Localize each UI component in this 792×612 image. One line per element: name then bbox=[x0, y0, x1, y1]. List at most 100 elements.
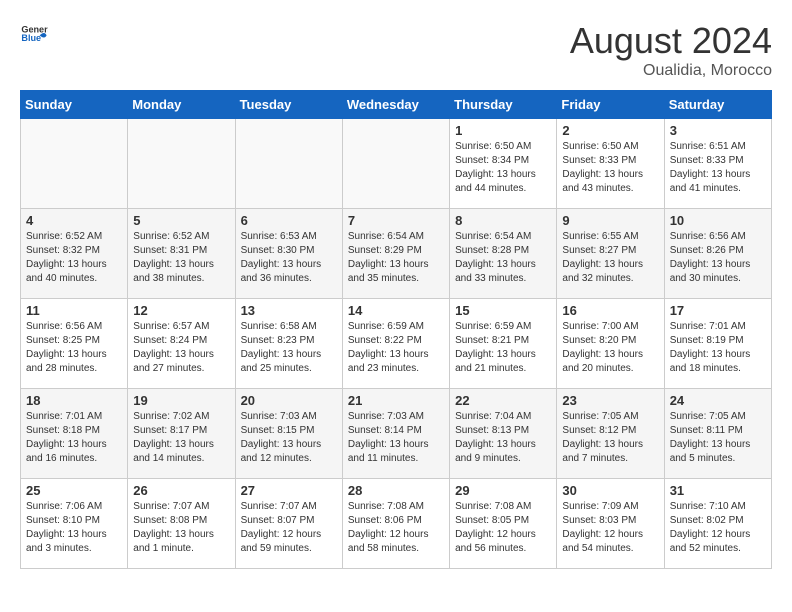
calendar-cell: 4 Sunrise: 6:52 AMSunset: 8:32 PMDaylight… bbox=[21, 209, 128, 299]
day-number: 22 bbox=[455, 393, 551, 408]
calendar-cell: 5 Sunrise: 6:52 AMSunset: 8:31 PMDaylight… bbox=[128, 209, 235, 299]
day-number: 1 bbox=[455, 123, 551, 138]
day-info: Sunrise: 6:54 AMSunset: 8:29 PMDaylight:… bbox=[348, 230, 444, 286]
col-header-thursday: Thursday bbox=[450, 91, 557, 119]
calendar-cell: 19 Sunrise: 7:02 AMSunset: 8:17 PMDayligh… bbox=[128, 389, 235, 479]
calendar-cell: 11 Sunrise: 6:56 AMSunset: 8:25 PMDayligh… bbox=[21, 299, 128, 389]
col-header-sunday: Sunday bbox=[21, 91, 128, 119]
calendar-week-row: 25 Sunrise: 7:06 AMSunset: 8:10 PMDayligh… bbox=[21, 479, 772, 569]
calendar-cell: 9 Sunrise: 6:55 AMSunset: 8:27 PMDaylight… bbox=[557, 209, 664, 299]
day-info: Sunrise: 7:10 AMSunset: 8:02 PMDaylight:… bbox=[670, 500, 766, 556]
calendar-cell: 18 Sunrise: 7:01 AMSunset: 8:18 PMDayligh… bbox=[21, 389, 128, 479]
day-number: 2 bbox=[562, 123, 658, 138]
day-number: 27 bbox=[241, 483, 337, 498]
calendar-cell: 3 Sunrise: 6:51 AMSunset: 8:33 PMDaylight… bbox=[664, 119, 771, 209]
day-info: Sunrise: 7:08 AMSunset: 8:05 PMDaylight:… bbox=[455, 500, 551, 556]
day-info: Sunrise: 7:01 AMSunset: 8:19 PMDaylight:… bbox=[670, 320, 766, 376]
day-info: Sunrise: 6:59 AMSunset: 8:22 PMDaylight:… bbox=[348, 320, 444, 376]
day-info: Sunrise: 6:56 AMSunset: 8:25 PMDaylight:… bbox=[26, 320, 122, 376]
page-header: General Blue August 2024 Oualidia, Moroc… bbox=[20, 20, 772, 80]
day-number: 19 bbox=[133, 393, 229, 408]
day-info: Sunrise: 6:55 AMSunset: 8:27 PMDaylight:… bbox=[562, 230, 658, 286]
logo: General Blue bbox=[20, 20, 48, 48]
calendar-cell: 17 Sunrise: 7:01 AMSunset: 8:19 PMDayligh… bbox=[664, 299, 771, 389]
day-info: Sunrise: 6:52 AMSunset: 8:32 PMDaylight:… bbox=[26, 230, 122, 286]
day-number: 3 bbox=[670, 123, 766, 138]
calendar-cell: 21Sunrise: 7:03 AMSunset: 8:14 PMDayligh… bbox=[342, 389, 449, 479]
day-number: 30 bbox=[562, 483, 658, 498]
day-info: Sunrise: 7:04 AMSunset: 8:13 PMDaylight:… bbox=[455, 410, 551, 466]
day-info: Sunrise: 6:54 AMSunset: 8:28 PMDaylight:… bbox=[455, 230, 551, 286]
calendar-cell: 28Sunrise: 7:08 AMSunset: 8:06 PMDayligh… bbox=[342, 479, 449, 569]
calendar-week-row: 11 Sunrise: 6:56 AMSunset: 8:25 PMDayligh… bbox=[21, 299, 772, 389]
day-number: 13 bbox=[241, 303, 337, 318]
day-info: Sunrise: 6:52 AMSunset: 8:31 PMDaylight:… bbox=[133, 230, 229, 286]
day-number: 12 bbox=[133, 303, 229, 318]
day-number: 8 bbox=[455, 213, 551, 228]
calendar-cell: 26Sunrise: 7:07 AMSunset: 8:08 PMDayligh… bbox=[128, 479, 235, 569]
calendar-cell: 15 Sunrise: 6:59 AMSunset: 8:21 PMDayligh… bbox=[450, 299, 557, 389]
calendar-cell: 12 Sunrise: 6:57 AMSunset: 8:24 PMDayligh… bbox=[128, 299, 235, 389]
day-number: 6 bbox=[241, 213, 337, 228]
calendar-cell: 2 Sunrise: 6:50 AMSunset: 8:33 PMDaylight… bbox=[557, 119, 664, 209]
day-info: Sunrise: 6:50 AMSunset: 8:33 PMDaylight:… bbox=[562, 140, 658, 196]
calendar-cell: 29 Sunrise: 7:08 AMSunset: 8:05 PMDayligh… bbox=[450, 479, 557, 569]
day-info: Sunrise: 7:09 AMSunset: 8:03 PMDaylight:… bbox=[562, 500, 658, 556]
day-number: 20 bbox=[241, 393, 337, 408]
day-number: 4 bbox=[26, 213, 122, 228]
day-number: 25 bbox=[26, 483, 122, 498]
day-info: Sunrise: 7:00 AMSunset: 8:20 PMDaylight:… bbox=[562, 320, 658, 376]
day-info: Sunrise: 6:51 AMSunset: 8:33 PMDaylight:… bbox=[670, 140, 766, 196]
day-number: 23 bbox=[562, 393, 658, 408]
calendar-table: SundayMondayTuesdayWednesdayThursdayFrid… bbox=[20, 90, 772, 569]
calendar-cell: 1Sunrise: 6:50 AMSunset: 8:34 PMDaylight… bbox=[450, 119, 557, 209]
day-number: 11 bbox=[26, 303, 122, 318]
calendar-cell bbox=[21, 119, 128, 209]
calendar-week-row: 18 Sunrise: 7:01 AMSunset: 8:18 PMDayligh… bbox=[21, 389, 772, 479]
svg-text:Blue: Blue bbox=[21, 33, 41, 43]
calendar-cell: 14 Sunrise: 6:59 AMSunset: 8:22 PMDayligh… bbox=[342, 299, 449, 389]
calendar-week-row: 1Sunrise: 6:50 AMSunset: 8:34 PMDaylight… bbox=[21, 119, 772, 209]
day-number: 21 bbox=[348, 393, 444, 408]
calendar-cell: 7 Sunrise: 6:54 AMSunset: 8:29 PMDaylight… bbox=[342, 209, 449, 299]
calendar-header-row: SundayMondayTuesdayWednesdayThursdayFrid… bbox=[21, 91, 772, 119]
calendar-cell bbox=[342, 119, 449, 209]
day-number: 5 bbox=[133, 213, 229, 228]
day-info: Sunrise: 7:07 AMSunset: 8:07 PMDaylight:… bbox=[241, 500, 337, 556]
day-number: 7 bbox=[348, 213, 444, 228]
calendar-cell: 10Sunrise: 6:56 AMSunset: 8:26 PMDayligh… bbox=[664, 209, 771, 299]
calendar-cell: 25 Sunrise: 7:06 AMSunset: 8:10 PMDayligh… bbox=[21, 479, 128, 569]
day-number: 15 bbox=[455, 303, 551, 318]
day-info: Sunrise: 7:05 AMSunset: 8:12 PMDaylight:… bbox=[562, 410, 658, 466]
col-header-saturday: Saturday bbox=[664, 91, 771, 119]
calendar-cell: 20 Sunrise: 7:03 AMSunset: 8:15 PMDayligh… bbox=[235, 389, 342, 479]
col-header-tuesday: Tuesday bbox=[235, 91, 342, 119]
calendar-week-row: 4 Sunrise: 6:52 AMSunset: 8:32 PMDaylight… bbox=[21, 209, 772, 299]
day-number: 29 bbox=[455, 483, 551, 498]
day-number: 14 bbox=[348, 303, 444, 318]
calendar-cell bbox=[235, 119, 342, 209]
day-info: Sunrise: 6:58 AMSunset: 8:23 PMDaylight:… bbox=[241, 320, 337, 376]
calendar-cell: 22 Sunrise: 7:04 AMSunset: 8:13 PMDayligh… bbox=[450, 389, 557, 479]
day-number: 9 bbox=[562, 213, 658, 228]
day-info: Sunrise: 7:03 AMSunset: 8:15 PMDaylight:… bbox=[241, 410, 337, 466]
day-number: 16 bbox=[562, 303, 658, 318]
day-info: Sunrise: 7:01 AMSunset: 8:18 PMDaylight:… bbox=[26, 410, 122, 466]
title-block: August 2024 Oualidia, Morocco bbox=[570, 20, 772, 80]
day-info: Sunrise: 6:59 AMSunset: 8:21 PMDaylight:… bbox=[455, 320, 551, 376]
day-info: Sunrise: 6:57 AMSunset: 8:24 PMDaylight:… bbox=[133, 320, 229, 376]
location-subtitle: Oualidia, Morocco bbox=[570, 62, 772, 80]
day-info: Sunrise: 6:53 AMSunset: 8:30 PMDaylight:… bbox=[241, 230, 337, 286]
day-info: Sunrise: 7:02 AMSunset: 8:17 PMDaylight:… bbox=[133, 410, 229, 466]
calendar-cell: 30 Sunrise: 7:09 AMSunset: 8:03 PMDayligh… bbox=[557, 479, 664, 569]
day-number: 24 bbox=[670, 393, 766, 408]
day-number: 17 bbox=[670, 303, 766, 318]
day-number: 18 bbox=[26, 393, 122, 408]
calendar-cell bbox=[128, 119, 235, 209]
col-header-monday: Monday bbox=[128, 91, 235, 119]
calendar-cell: 24 Sunrise: 7:05 AMSunset: 8:11 PMDayligh… bbox=[664, 389, 771, 479]
day-info: Sunrise: 7:05 AMSunset: 8:11 PMDaylight:… bbox=[670, 410, 766, 466]
day-info: Sunrise: 7:06 AMSunset: 8:10 PMDaylight:… bbox=[26, 500, 122, 556]
day-number: 26 bbox=[133, 483, 229, 498]
day-info: Sunrise: 6:56 AMSunset: 8:26 PMDaylight:… bbox=[670, 230, 766, 286]
